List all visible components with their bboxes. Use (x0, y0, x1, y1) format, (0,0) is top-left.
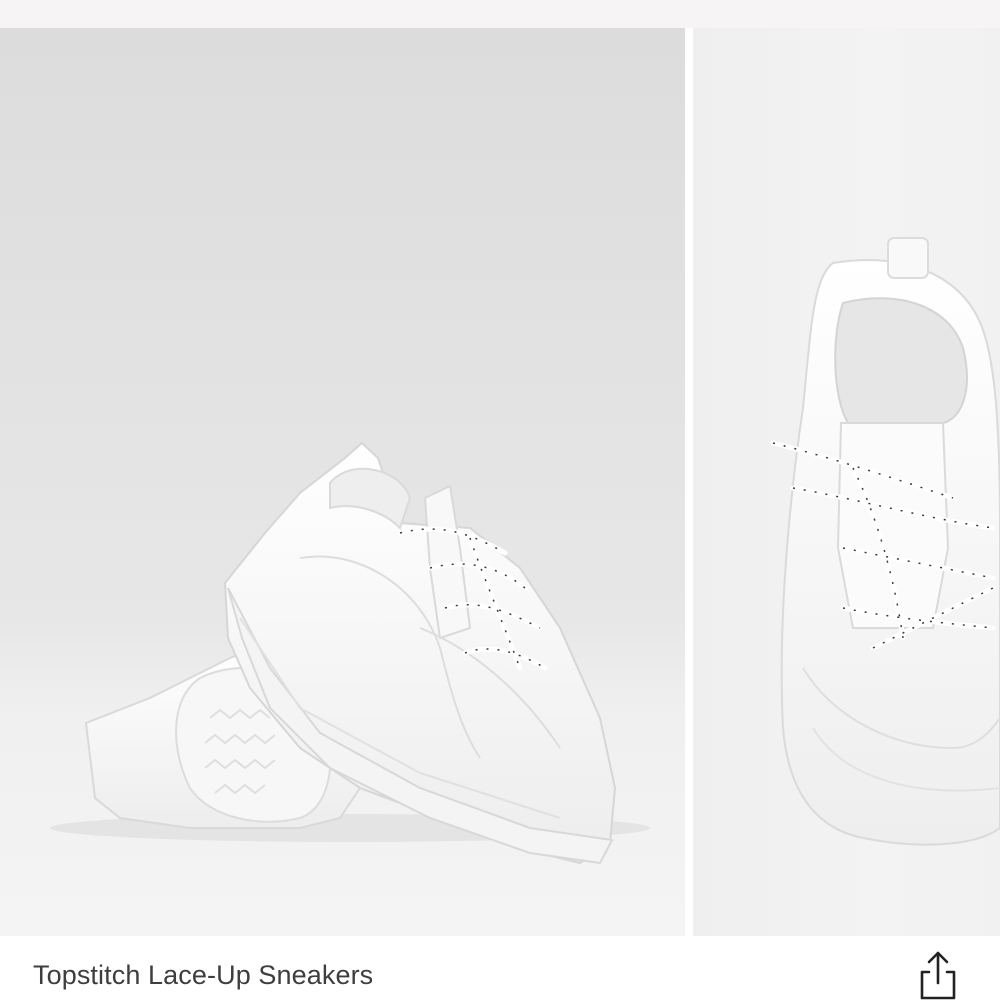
top-bar (0, 0, 1000, 28)
product-title: Topstitch Lace-Up Sneakers (33, 960, 374, 990)
product-image-main[interactable] (0, 28, 685, 936)
sneaker-side-illustration (50, 441, 650, 865)
product-image-gallery[interactable] (0, 28, 1000, 936)
share-icon (920, 951, 956, 1000)
share-button[interactable] (912, 948, 964, 1000)
product-image-secondary[interactable] (693, 28, 1000, 936)
sneaker-top-illustration (770, 237, 1000, 846)
